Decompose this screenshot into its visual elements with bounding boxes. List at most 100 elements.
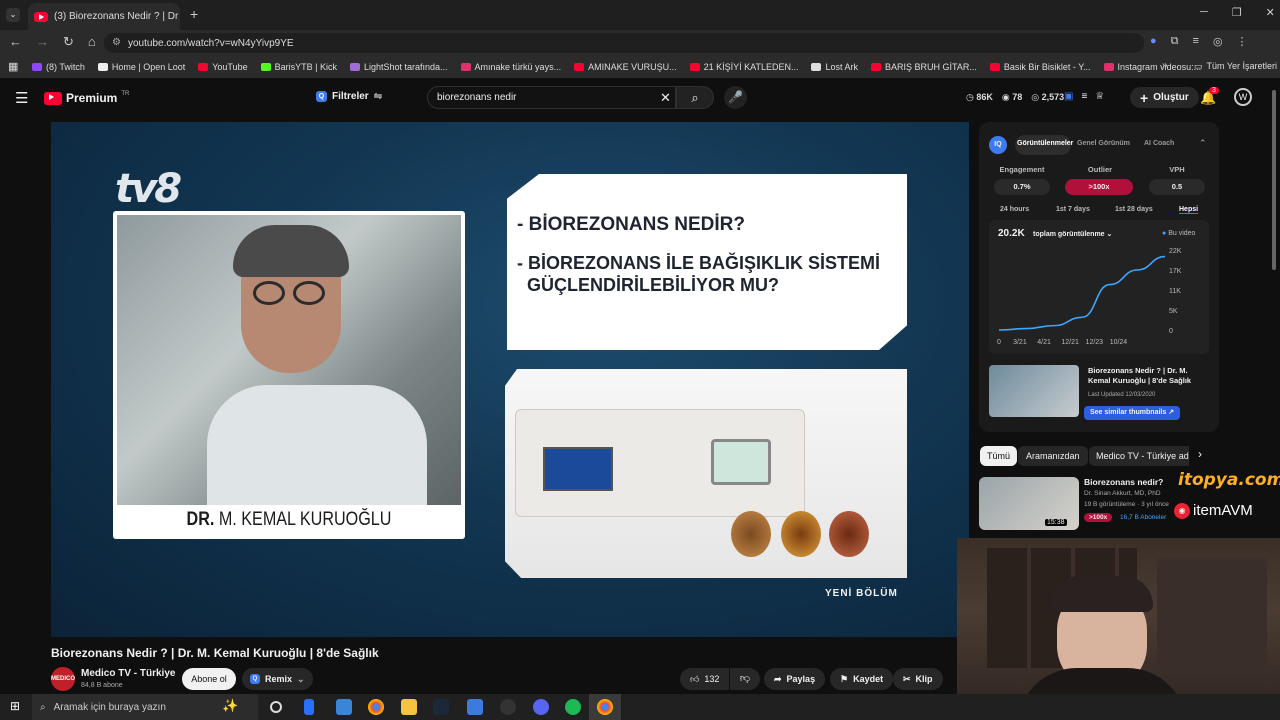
taskbar-search[interactable]: ⌕ Aramak için buraya yazın ✨ (32, 694, 258, 720)
youtube-logo[interactable]: Premium TR (44, 91, 129, 105)
task-view-icon[interactable] (270, 701, 282, 713)
vph-label: VPH (1169, 165, 1185, 174)
page-scrollbar[interactable] (1272, 90, 1276, 270)
bookmark-item[interactable]: Instagram videosu:... (1103, 62, 1201, 72)
series-line-bu-video (998, 255, 1166, 331)
forward-icon[interactable]: → (36, 34, 49, 50)
bookmark-item[interactable]: BARIŞ BRUH GİTAR... (870, 62, 977, 72)
back-icon[interactable]: ← (9, 34, 22, 50)
app-icon-3[interactable] (500, 699, 516, 715)
like-button[interactable]: 👍︎ 132 (680, 668, 730, 690)
similar-thumbnails-button[interactable]: See similar thumbnails ↗ (1084, 406, 1181, 420)
trophy-icon[interactable]: ♕ (1095, 91, 1104, 102)
share-button[interactable]: ➦ Paylaş (764, 668, 826, 690)
search-icon: ⌕ (40, 701, 46, 713)
search-input[interactable]: biorezonans nedir ✕ (427, 86, 676, 109)
tab-overview[interactable]: Genel Görünüm (1077, 140, 1130, 147)
bookmark-label: Lost Ark (825, 62, 858, 72)
all-bookmarks-label: Tüm Yer İşaretleri (1206, 61, 1278, 71)
chips-next-icon[interactable]: › (1198, 447, 1202, 461)
restore-icon[interactable]: ❐ (1232, 6, 1242, 19)
windows-start-icon[interactable]: ⊞ (10, 699, 20, 713)
chrome-icon[interactable] (368, 699, 384, 715)
video-player[interactable]: tv8 DR. M. KEMAL KURUOĞLU - BİOREZONANS … (51, 122, 969, 637)
extensions-puzzle-icon[interactable]: ⧉ (1171, 35, 1179, 48)
calculator-icon[interactable] (336, 699, 352, 715)
all-bookmarks[interactable]: ▭ Tüm Yer İşaretleri (1194, 61, 1277, 72)
bookmark-item[interactable]: Home | Open Loot (97, 62, 185, 72)
voice-search-icon[interactable]: 🎤 (724, 86, 747, 109)
tab-search-icon[interactable]: ⌄ (6, 8, 20, 22)
discord-icon[interactable] (533, 699, 549, 715)
bookmark-item[interactable]: 21 KİŞİYİ KATLEDEN... (689, 62, 798, 72)
bookmarks-overflow-icon[interactable]: » (1162, 60, 1168, 71)
video-thumbnail[interactable] (989, 365, 1079, 417)
steam-icon[interactable] (433, 699, 449, 715)
app-icon-1[interactable] (304, 699, 314, 715)
channel-avatar[interactable]: MEDICO (51, 667, 75, 691)
dislike-button[interactable]: 👎︎ (730, 668, 760, 690)
clip-button[interactable]: ✂ Klip (893, 668, 943, 690)
filters-button[interactable]: Q Filtreler ⇋ (316, 91, 382, 102)
tab-views[interactable]: Görüntülenmeler (1017, 140, 1073, 147)
spotify-icon[interactable] (565, 699, 581, 715)
bookmark-item[interactable]: Amınake türkü yays... (460, 62, 561, 72)
reading-list-icon[interactable]: ≡ (1193, 35, 1199, 48)
range-24h[interactable]: 24 hours (1000, 206, 1029, 213)
bookmark-item[interactable]: LightShot tarafında... (349, 62, 448, 72)
profile-icon[interactable]: ◎ (1213, 35, 1223, 48)
bookmark-favicon-icon (811, 63, 822, 71)
create-button[interactable]: + Oluştur (1130, 87, 1199, 108)
range-all[interactable]: Hepsi (1179, 206, 1199, 214)
bookmark-item[interactable]: (8) Twitch (32, 62, 85, 72)
bookmark-item[interactable]: Basik Bir Bisiklet - Y... (989, 62, 1091, 72)
search-button[interactable]: ⌕ (676, 86, 714, 109)
rec-thumbnail[interactable]: 15:38 (979, 477, 1079, 530)
minimize-icon[interactable]: ─ (1200, 6, 1208, 19)
chip-all[interactable]: Tümü (980, 446, 1018, 466)
bowl-1 (731, 511, 771, 557)
channel-name[interactable]: Medico TV - Türkiye (81, 668, 175, 679)
range-7d[interactable]: 1st 7 days (1056, 206, 1090, 213)
browser-tab[interactable]: (3) Biorezonans Nedir ? | Dr 🔈 ✕ (28, 3, 180, 30)
avatar[interactable]: W (1234, 88, 1252, 106)
bookmark-item[interactable]: Lost Ark (811, 62, 858, 72)
clear-search-icon[interactable]: ✕ (660, 90, 671, 106)
subscribe-button[interactable]: Abone ol (182, 668, 236, 690)
scissors-icon: ✂ (903, 673, 911, 684)
chip-channel[interactable]: Medico TV - Türkiye adl (1089, 446, 1189, 466)
apps-grid-icon[interactable]: ▦ (8, 60, 18, 73)
hamburger-menu-icon[interactable]: ☰ (15, 89, 28, 107)
vidiq-logo-icon[interactable]: ▣ (1064, 91, 1073, 102)
file-explorer-icon[interactable] (401, 699, 417, 715)
views-dropdown[interactable]: toplam görüntülenme ⌄ (1033, 230, 1112, 238)
extension-icon[interactable]: ● (1150, 35, 1157, 48)
remix-button[interactable]: Q Remix ⌄ (242, 668, 313, 690)
reload-icon[interactable]: ↻ (63, 34, 74, 50)
window-close-icon[interactable]: ✕ (1266, 6, 1275, 19)
save-button[interactable]: ⚑ Kaydet (830, 668, 894, 690)
subscriber-count: 84,8 B abone (81, 682, 123, 689)
bookmark-item[interactable]: YouTube (198, 62, 248, 72)
rec-title[interactable]: Biorezonans nedir? (1084, 477, 1163, 487)
app-icon-2[interactable] (467, 699, 483, 715)
vidiq-panel-icon: IQ (989, 136, 1007, 154)
new-tab-icon[interactable]: + (190, 6, 198, 22)
tab-ai-coach[interactable]: AI Coach (1144, 140, 1174, 147)
chrome-active-icon[interactable] (597, 699, 613, 715)
range-28d[interactable]: 1st 28 days (1115, 206, 1153, 213)
thumbnail-title: Biorezonans Nedir ? | Dr. M. Kemal Kuruo… (1088, 366, 1192, 385)
bookmark-item[interactable]: AMINAKE VURUŞU... (574, 62, 677, 72)
bookmark-favicon-icon (349, 63, 360, 71)
site-info-icon[interactable]: ⚙ (112, 37, 121, 48)
notification-count: 3 (1209, 87, 1219, 94)
thumbs-down-icon: 👎︎ (739, 673, 751, 684)
bookmark-item[interactable]: BarisYTB | Kick (260, 62, 337, 72)
list-icon[interactable]: ≡ (1081, 91, 1087, 102)
outlier-value: >100x (1065, 179, 1133, 195)
home-icon[interactable]: ⌂ (88, 34, 96, 50)
chip-from-search[interactable]: Aramanızdan (1018, 446, 1088, 466)
address-bar[interactable]: ⚙ youtube.com/watch?v=wN4yYivp9YE (104, 33, 1144, 53)
menu-icon[interactable]: ⋮ (1237, 35, 1248, 48)
collapse-icon[interactable]: ⌃ (1199, 138, 1207, 149)
